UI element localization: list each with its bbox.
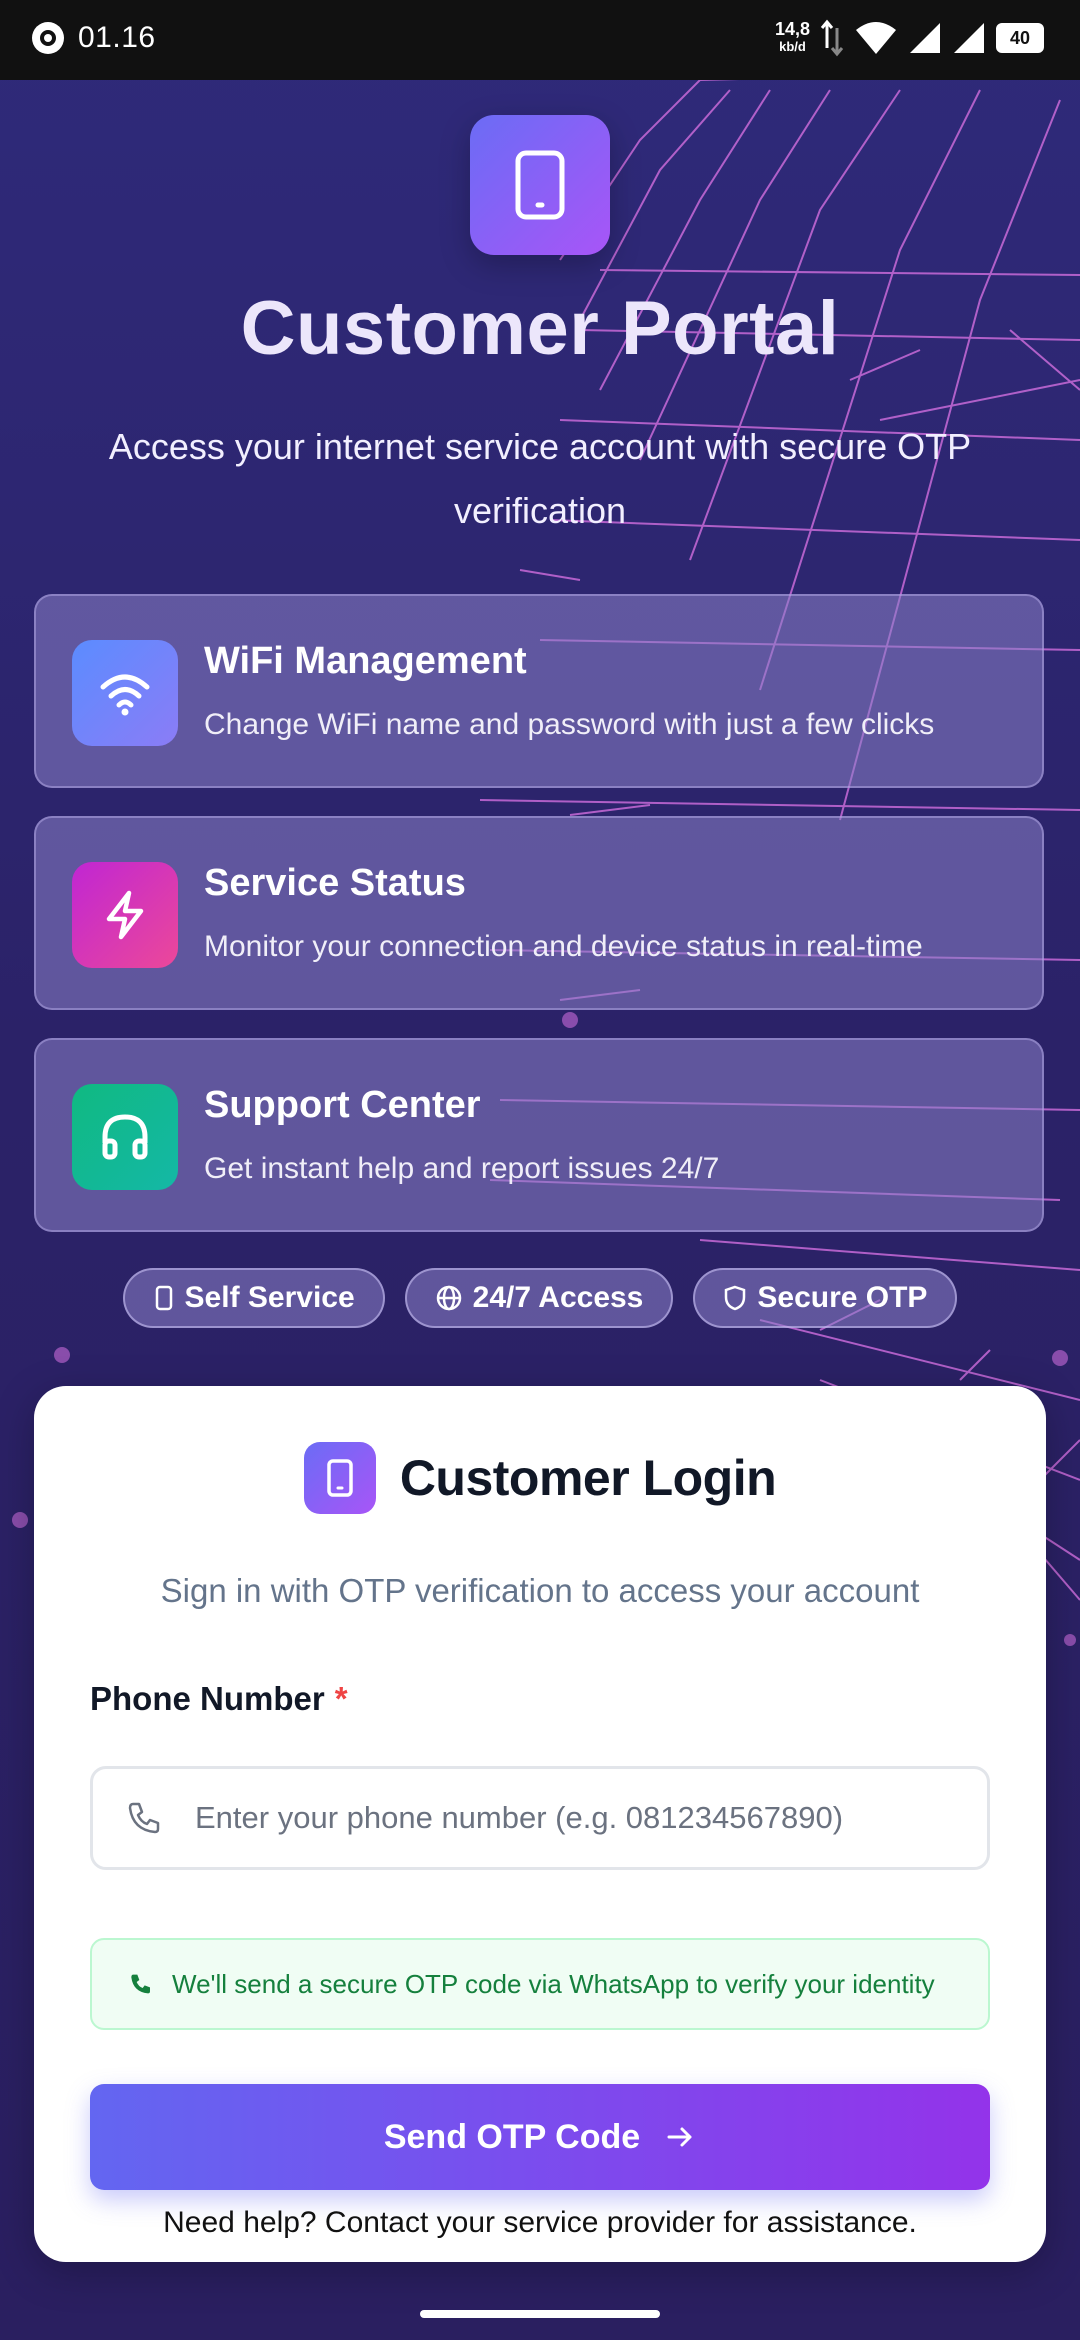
phone-icon [93,1800,193,1836]
help-text: Need help? Contact your service provider… [163,2206,917,2239]
zap-icon [72,862,178,968]
network-speed-value: 14,8 [774,19,810,39]
feature-chips: Self Service 24/7 Access Secure OTP [0,1268,1080,1328]
send-otp-button[interactable]: Send OTP Code [90,2084,990,2190]
app-notification-icon [32,22,64,54]
phone-number-input[interactable] [193,1799,957,1837]
chip-secure-otp: Secure OTP [693,1268,958,1328]
globe-icon [436,1285,461,1311]
otp-info-box: We'll send a secure OTP code via WhatsAp… [90,1938,990,2030]
smartphone-icon [515,150,565,220]
data-transfer-icon [820,19,844,57]
otp-info-text: We'll send a secure OTP code via WhatsAp… [172,1968,935,1999]
arrow-right-icon [667,2127,692,2147]
chip-label: Secure OTP [757,1281,928,1314]
headphones-icon [72,1084,178,1190]
status-bar: 01.16 14,8 kb/d 40 [0,0,1080,80]
feature-title: Service Status [204,862,466,904]
feature-title: WiFi Management [204,640,527,682]
phone-icon [131,1974,150,1994]
network-speed-unit: kb/d [779,39,806,54]
login-card: Customer Login Sign in with OTP verifica… [34,1386,1046,2262]
cell-signal-2-icon [954,23,984,53]
feature-desc: Monitor your connection and device statu… [204,930,923,963]
phone-number-field[interactable] [90,1766,990,1870]
home-indicator[interactable] [420,2310,660,2318]
network-speed: 14,8 kb/d [775,20,810,56]
feature-desc: Get instant help and report issues 24/7 [204,1152,720,1185]
page-title: Customer Portal [240,286,840,371]
page-subtitle: Access your internet service account wit… [108,426,972,531]
smartphone-icon [155,1285,172,1311]
feature-desc: Change WiFi name and password with just … [204,708,935,741]
phone-label-text: Phone Number [90,1680,325,1717]
login-title: Customer Login [399,1450,777,1506]
status-right: 14,8 kb/d 40 [775,18,1044,58]
phone-number-label: Phone Number * [90,1680,348,1718]
required-mark: * [334,1680,348,1717]
wifi-signal-icon [856,22,896,54]
feature-card-support-center: Support Center Get instant help and repo… [34,1038,1044,1232]
cell-signal-icon [910,23,940,53]
chip-24-7-access: 24/7 Access [404,1268,674,1328]
feature-card-wifi: WiFi Management Change WiFi name and pas… [34,594,1044,788]
status-left: 01.16 [30,20,156,56]
feature-card-service-status: Service Status Monitor your connection a… [34,816,1044,1010]
login-subtitle: Sign in with OTP verification to access … [160,1572,920,1609]
status-time: 01.16 [78,21,156,54]
chip-label: Self Service [184,1281,355,1314]
login-header: Customer Login [34,1442,1046,1514]
shield-icon [725,1285,746,1311]
hero-smartphone-icon [470,115,610,255]
feature-title: Support Center [204,1084,481,1126]
send-otp-label: Send OTP Code [383,2117,641,2156]
chip-self-service: Self Service [122,1268,385,1328]
wifi-icon [72,640,178,746]
chip-label: 24/7 Access [472,1281,644,1314]
battery-indicator: 40 [996,23,1044,53]
smartphone-icon [303,1442,376,1514]
